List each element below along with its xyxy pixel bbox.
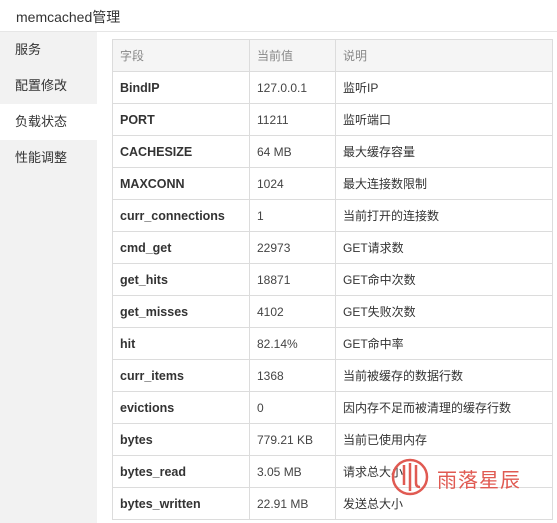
cell-field: MAXCONN [112, 167, 250, 200]
cell-value: 22973 [249, 231, 336, 264]
cell-description: 当前已使用内存 [335, 423, 553, 456]
cell-field: bytes [112, 423, 250, 456]
cell-field: BindIP [112, 71, 250, 104]
cell-field: curr_connections [112, 199, 250, 232]
cell-value: 1 [249, 199, 336, 232]
column-header-description: 说明 [335, 39, 553, 72]
cell-field: CACHESIZE [112, 135, 250, 168]
cell-field: curr_items [112, 359, 250, 392]
table-row: BindIP 127.0.0.1 监听IP [112, 71, 553, 104]
sidebar: 服务 配置修改 负载状态 性能调整 [0, 32, 97, 523]
cell-description: 当前被缓存的数据行数 [335, 359, 553, 392]
cell-field: cmd_get [112, 231, 250, 264]
cell-description: 当前打开的连接数 [335, 199, 553, 232]
cell-description: GET命中次数 [335, 263, 553, 296]
cell-value: 127.0.0.1 [249, 71, 336, 104]
table-row: hit 82.14% GET命中率 [112, 327, 553, 360]
sidebar-item-service[interactable]: 服务 [0, 32, 97, 68]
cell-description: GET命中率 [335, 327, 553, 360]
cell-field: PORT [112, 103, 250, 136]
sidebar-item-config[interactable]: 配置修改 [0, 68, 97, 104]
status-table: 字段 当前值 说明 BindIP 127.0.0.1 监听IP PORT 11211 监听… [112, 39, 553, 520]
cell-value: 64 MB [249, 135, 336, 168]
cell-value: 4102 [249, 295, 336, 328]
main-content: 字段 当前值 说明 BindIP 127.0.0.1 监听IP PORT 11211 监听… [112, 39, 553, 520]
sidebar-item-performance[interactable]: 性能调整 [0, 140, 97, 176]
cell-description: 因内存不足而被清理的缓存行数 [335, 391, 553, 424]
watermark-logo: 雨落星辰 [390, 455, 530, 500]
cell-value: 11211 [249, 103, 336, 136]
cell-description: 监听IP [335, 71, 553, 104]
table-row: get_hits 18871 GET命中次数 [112, 263, 553, 296]
cell-description: 监听端口 [335, 103, 553, 136]
sidebar-item-load-status[interactable]: 负载状态 [0, 104, 97, 140]
table-row: curr_items 1368 当前被缓存的数据行数 [112, 359, 553, 392]
cell-field: get_hits [112, 263, 250, 296]
table-row: evictions 0 因内存不足而被清理的缓存行数 [112, 391, 553, 424]
cell-value: 3.05 MB [249, 455, 336, 488]
cell-description: 最大缓存容量 [335, 135, 553, 168]
cell-field: get_misses [112, 295, 250, 328]
table-row: CACHESIZE 64 MB 最大缓存容量 [112, 135, 553, 168]
cell-value: 1368 [249, 359, 336, 392]
cell-description: GET失败次数 [335, 295, 553, 328]
page-title: memcached管理 [16, 9, 121, 25]
table-row: curr_connections 1 当前打开的连接数 [112, 199, 553, 232]
cell-field: hit [112, 327, 250, 360]
cell-value: 82.14% [249, 327, 336, 360]
app-header: memcached管理 [0, 0, 557, 32]
column-header-value: 当前值 [249, 39, 336, 72]
cell-value: 18871 [249, 263, 336, 296]
cell-value: 22.91 MB [249, 487, 336, 520]
cell-description: 最大连接数限制 [335, 167, 553, 200]
table-row: get_misses 4102 GET失败次数 [112, 295, 553, 328]
watermark-emblem-icon [391, 458, 429, 496]
cell-value: 779.21 KB [249, 423, 336, 456]
table-row: bytes 779.21 KB 当前已使用内存 [112, 423, 553, 456]
cell-field: evictions [112, 391, 250, 424]
table-row: MAXCONN 1024 最大连接数限制 [112, 167, 553, 200]
cell-value: 1024 [249, 167, 336, 200]
table-row: cmd_get 22973 GET请求数 [112, 231, 553, 264]
cell-value: 0 [249, 391, 336, 424]
table-row: PORT 11211 监听端口 [112, 103, 553, 136]
watermark-text: 雨落星辰 [437, 468, 521, 492]
column-header-field: 字段 [112, 39, 250, 72]
cell-description: GET请求数 [335, 231, 553, 264]
cell-field: bytes_read [112, 455, 250, 488]
table-header-row: 字段 当前值 说明 [112, 39, 553, 72]
cell-field: bytes_written [112, 487, 250, 520]
